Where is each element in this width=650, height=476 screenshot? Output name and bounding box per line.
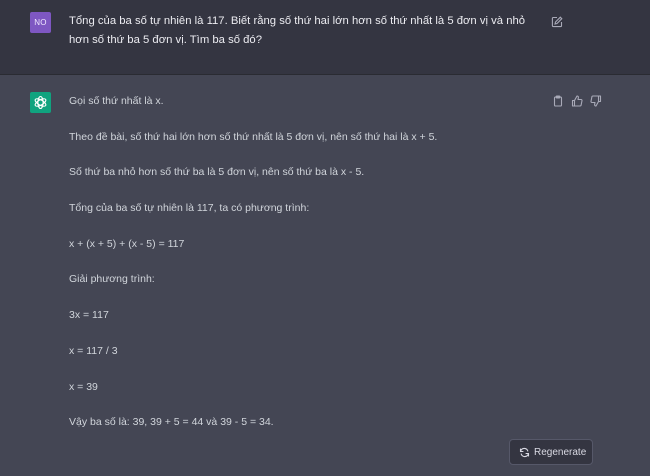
answer-paragraph: 3x = 117 <box>69 309 109 322</box>
copy-icon[interactable] <box>552 94 564 107</box>
openai-logo-icon <box>30 92 51 113</box>
refresh-icon <box>519 447 530 458</box>
answer-paragraph: x = 39 <box>69 380 98 393</box>
thumbs-up-icon[interactable] <box>571 94 583 107</box>
answer-paragraph: Giải phương trình: <box>69 273 155 286</box>
edit-icon[interactable] <box>551 15 563 28</box>
answer-paragraph: x + (x + 5) + (x - 5) = 117 <box>69 237 185 250</box>
assistant-message-text: Gọi số thứ nhất là x. Theo đề bài, số th… <box>69 95 549 452</box>
regenerate-label: Regenerate <box>534 447 587 458</box>
answer-paragraph: Theo đề bài, số thứ hai lớn hơn số thứ n… <box>69 130 438 143</box>
answer-paragraph: Số thứ ba nhỏ hơn số thứ ba là 5 đơn vị,… <box>69 166 365 179</box>
user-message-row: NO Tổng của ba số tự nhiên là 117. Biết … <box>0 0 650 75</box>
regenerate-button[interactable]: Regenerate <box>509 439 593 465</box>
thumbs-down-icon[interactable] <box>590 94 602 107</box>
answer-paragraph: Gọi số thứ nhất là x. <box>69 95 164 107</box>
answer-paragraph: Vậy ba số là: 39, 39 + 5 = 44 và 39 - 5 … <box>69 416 274 429</box>
answer-paragraph: x = 117 / 3 <box>69 344 118 357</box>
answer-paragraph: Tổng của ba số tự nhiên là 117, ta có ph… <box>69 202 310 215</box>
assistant-message-row: Gọi số thứ nhất là x. Theo đề bài, số th… <box>0 75 650 476</box>
user-avatar: NO <box>30 12 51 33</box>
user-message-text: Tổng của ba số tự nhiên là 117. Biết rằn… <box>69 15 526 46</box>
